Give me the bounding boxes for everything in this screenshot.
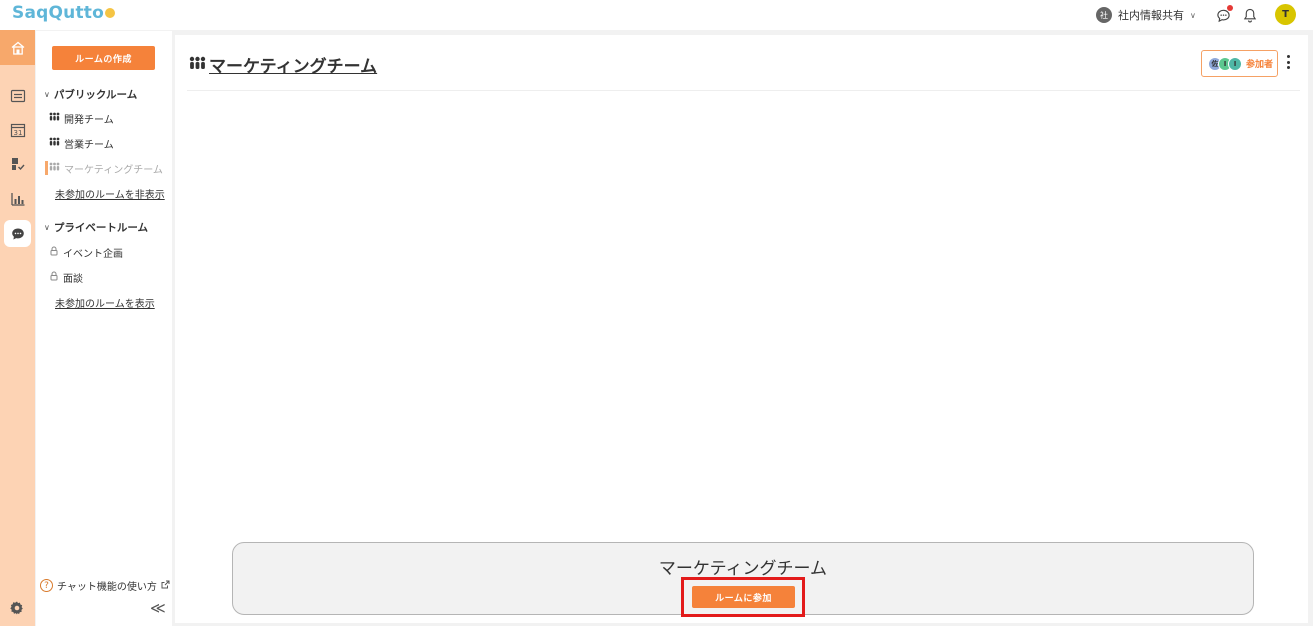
group-icon: [49, 162, 60, 174]
chevron-down-icon: ∨: [1190, 10, 1196, 20]
room-sidebar: ルームの作成 ∨ パブリックルーム 開発チーム 営業チーム マーケティングチーム…: [36, 31, 172, 626]
active-room-indicator: [45, 161, 48, 175]
chat-help-link[interactable]: ? チャット機能の使い方: [40, 578, 170, 593]
bell-icon[interactable]: [1241, 6, 1259, 24]
lock-icon: [49, 246, 59, 259]
join-panel-title: マーケティングチーム: [658, 559, 828, 579]
collapse-sidebar-icon[interactable]: ≪: [150, 599, 166, 617]
top-bar: SaqQutto 社 社内情報共有 ∨ T: [0, 0, 1313, 30]
join-room-panel: マーケティングチーム ルームに参加: [232, 542, 1254, 617]
private-rooms-header[interactable]: ∨ プライベートルーム: [44, 220, 148, 235]
chevron-down-icon: ∨: [44, 223, 50, 232]
calendar-icon[interactable]: 31: [4, 116, 31, 143]
workspace-badge: 社: [1096, 7, 1112, 23]
user-avatar[interactable]: T: [1275, 4, 1296, 25]
lock-icon: [49, 271, 59, 284]
list-icon[interactable]: [4, 82, 31, 109]
workspace-name: 社内情報共有: [1118, 9, 1184, 22]
hide-unjoined-rooms-link[interactable]: 未参加のルームを非表示: [55, 186, 165, 201]
divider: [187, 90, 1300, 91]
room-item-dev[interactable]: 開発チーム: [49, 111, 114, 126]
app-logo[interactable]: SaqQutto: [12, 3, 115, 23]
chart-icon[interactable]: [4, 185, 31, 212]
unread-dot: [1227, 5, 1233, 11]
gear-icon[interactable]: [9, 600, 25, 619]
chat-notification-icon[interactable]: [1214, 5, 1233, 24]
member-avatar: I: [1228, 56, 1242, 71]
svg-text:31: 31: [13, 129, 22, 137]
room-item-marketing[interactable]: マーケティングチーム: [49, 161, 163, 176]
members-button[interactable]: 佐 I I 参加者: [1201, 50, 1278, 77]
more-options-icon[interactable]: [1284, 53, 1292, 71]
group-icon: [49, 112, 60, 124]
room-item-sales[interactable]: 営業チーム: [49, 136, 114, 151]
members-label: 参加者: [1246, 60, 1274, 70]
room-main: マーケティングチーム 佐 I I 参加者 マーケティングチーム ルームに参加: [175, 35, 1308, 623]
workspace-selector[interactable]: 社 社内情報共有 ∨: [1096, 6, 1196, 24]
chat-icon[interactable]: [4, 220, 31, 247]
room-item-event[interactable]: イベント企画: [49, 245, 123, 260]
show-unjoined-rooms-link[interactable]: 未参加のルームを表示: [55, 295, 155, 310]
chevron-down-icon: ∨: [44, 90, 50, 99]
group-icon: [49, 137, 60, 149]
external-link-icon: [161, 580, 170, 592]
public-rooms-header[interactable]: ∨ パブリックルーム: [44, 87, 137, 102]
room-item-interview[interactable]: 面談: [49, 270, 83, 285]
join-room-button[interactable]: ルームに参加: [692, 586, 795, 608]
question-icon: ?: [40, 579, 53, 592]
create-room-button[interactable]: ルームの作成: [52, 46, 155, 70]
group-icon: [189, 55, 206, 75]
task-icon[interactable]: [4, 150, 31, 177]
home-icon[interactable]: [0, 30, 35, 65]
room-title: マーケティングチーム: [189, 52, 377, 77]
left-rail: 31: [0, 30, 35, 626]
